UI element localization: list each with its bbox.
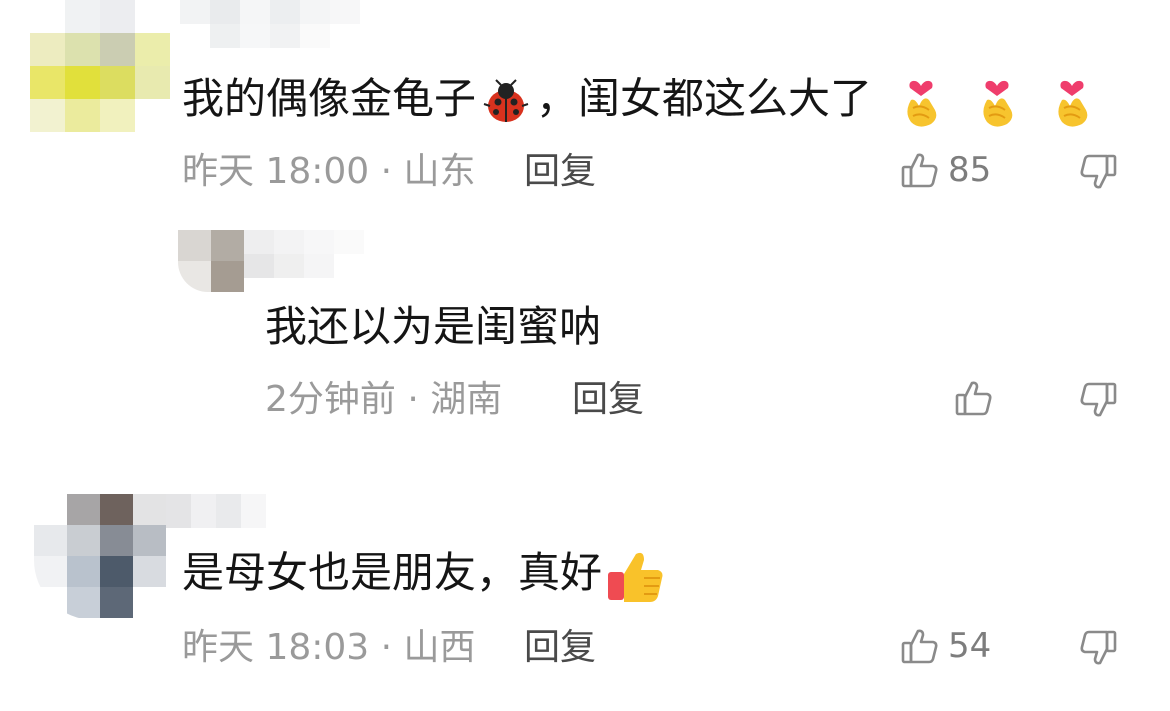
reply-timestamp-location: 2分钟前 · 湖南	[265, 379, 503, 420]
reply-button[interactable]: 回复	[572, 378, 644, 422]
comment-text: 我的偶像金龟子 ，闺女都这么大了	[182, 72, 1094, 130]
dislike-button[interactable]	[1078, 380, 1118, 420]
like-button[interactable]: 54	[900, 626, 991, 666]
avatar-blurred[interactable]	[30, 0, 170, 132]
reply-username-blurred[interactable]	[244, 230, 364, 278]
comment-text-part: ，闺女都这么大了	[536, 74, 873, 123]
finger-heart-emoji	[1050, 74, 1094, 130]
username-blurred[interactable]	[180, 0, 360, 48]
reply-button[interactable]: 回复	[524, 150, 596, 194]
finger-heart-emoji	[975, 74, 1019, 130]
thumbs-down-icon	[1078, 152, 1118, 192]
finger-heart-emoji	[899, 74, 943, 130]
thumbs-down-icon	[1078, 628, 1118, 668]
like-count: 85	[948, 150, 992, 190]
dislike-button[interactable]	[1078, 152, 1118, 192]
like-button[interactable]	[954, 378, 1002, 418]
comment-timestamp-location: 昨天 18:03 · 山西	[182, 627, 476, 668]
like-button[interactable]: 85	[900, 150, 991, 190]
comment-text-part: 我的偶像金龟子	[182, 74, 477, 123]
dislike-button[interactable]	[1078, 628, 1118, 668]
like-count: 54	[948, 626, 992, 666]
comment-timestamp-location: 昨天 18:00 · 山东	[182, 151, 476, 192]
reply-text: 我还以为是闺蜜呐	[265, 302, 602, 351]
ladybug-emoji	[482, 78, 530, 126]
thumbs-down-icon	[1078, 380, 1118, 420]
username-blurred[interactable]	[166, 494, 266, 528]
thumbs-up-icon	[954, 378, 994, 418]
thumbs-up-icon	[900, 150, 940, 190]
reply-avatar-blurred[interactable]	[178, 230, 244, 292]
thumbs-up-icon	[900, 626, 940, 666]
avatar-blurred[interactable]	[34, 494, 166, 620]
comment-text-part: 是母女也是朋友，真好	[182, 548, 603, 597]
comment-text: 是母女也是朋友，真好	[182, 546, 666, 604]
thumbs-up-emoji	[606, 548, 666, 604]
reply-button[interactable]: 回复	[524, 626, 596, 670]
